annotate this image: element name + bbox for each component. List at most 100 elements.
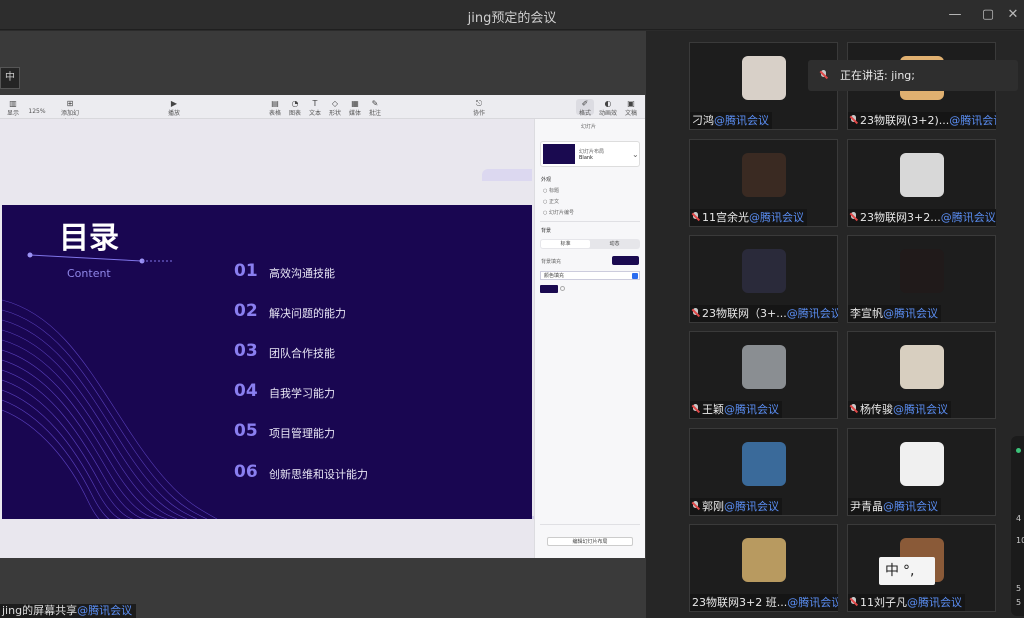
title-bar: jing预定的会议 — ▢ ✕ [0,0,1024,30]
layout-label: 幻灯片布局 [579,149,605,155]
mic-muted-icon [692,212,700,222]
mic-muted-icon [692,501,700,511]
toolbar-animate-button[interactable]: ◐动画效果 [598,99,618,126]
chevron-down-icon: ⌄ [632,150,639,159]
checkbox-title[interactable]: ○ 标题 [543,187,559,194]
color-chip[interactable] [540,285,558,293]
toolbar-shape-button[interactable]: ◇ 形状 [326,99,344,117]
participant-name: 23物联网3+2... [860,211,941,224]
toolbar-collaborate-button[interactable]: ⎋ 协作 [470,99,488,117]
participant-name: 尹青晶 [850,500,883,513]
slide[interactable]: 目录 Content 01 高效沟通技能 02 解决问题的能力 03 团队合作技能 0… [2,205,532,519]
panel-header: 幻灯片 [581,124,597,130]
toolbar-play-button[interactable]: ▶ 播放 [165,99,183,117]
participant-tag: @腾讯会议 [786,307,838,320]
participant-name-label: 23物联网(3+2)...@腾讯会议 [848,112,996,129]
shared-keynote-window: ▥显示 125% ⊞添加幻灯片 ▶播放 ▤表格 ◔图表 T文本 ◇形状 ▦媒体 … [0,95,645,558]
participant-tile[interactable]: 王颖@腾讯会议 [689,331,838,419]
toolbar-view-button[interactable]: ▥ 显示 [4,99,22,117]
mic-muted-icon [850,115,858,125]
participant-name: 23物联网（3+... [702,307,787,320]
edge-count: 5 [1016,598,1022,607]
participant-name: 李宣帆 [850,307,883,320]
color-wheel-icon[interactable] [560,286,565,291]
toolbar-zoom-button[interactable]: 125% [28,99,46,115]
slide-title[interactable]: 目录 [59,213,119,257]
avatar [742,442,786,486]
participant-tag: @腾讯会议 [883,500,938,513]
keynote-toolbar: ▥显示 125% ⊞添加幻灯片 ▶播放 ▤表格 ◔图表 T文本 ◇形状 ▦媒体 … [0,95,645,126]
slide-decoration [482,169,532,181]
status-dot-icon [1016,448,1021,453]
background-label: 背景 [541,228,552,234]
mic-muted-icon [820,70,828,80]
checkbox-slide-number[interactable]: ○ 幻灯片编号 [543,209,574,216]
participant-name: 郭刚 [702,500,724,513]
participant-name-label: 11刘子凡@腾讯会议 [848,594,965,611]
participant-name-label: 23物联网3+2 班...@腾讯会议 [690,594,838,611]
ime-indicator[interactable]: 中 °, [879,557,935,585]
fill-color-well[interactable] [612,256,639,265]
participant-tile[interactable]: 李宣帆@腾讯会议 [847,235,996,323]
layout-name: Blank [579,155,593,161]
participant-tile[interactable]: 23物联网（3+...@腾讯会议 [689,235,838,323]
background-segmented-control[interactable]: 标准 动态 [540,239,640,249]
participant-name-label: 郭刚@腾讯会议 [690,498,782,515]
participant-tag: @腾讯会议 [940,211,996,224]
edit-slide-layout-button[interactable]: 编辑幻灯片布局 [547,537,633,546]
window-title: jing预定的会议 [467,11,557,26]
participant-name-label: 23物联网3+2...@腾讯会议 [848,209,996,226]
fill-type-select[interactable]: 颜色填充 [540,271,640,280]
participant-name-label: 刁鸿@腾讯会议 [690,112,772,129]
avatar [900,345,944,389]
toolbar-add-slide-button[interactable]: ⊞添加幻灯片 [60,99,80,126]
edge-count: 5 [1016,584,1022,593]
divider [540,221,640,222]
participant-name: 杨传骏 [860,403,893,416]
participant-name: 王颖 [702,403,724,416]
minimize-button[interactable]: — [942,4,968,26]
participant-tile[interactable]: 郭刚@腾讯会议 [689,428,838,516]
avatar [742,56,786,100]
participant-tile[interactable]: 11宫余光@腾讯会议 [689,139,838,227]
avatar [900,442,944,486]
participant-tile[interactable]: 23物联网3+2...@腾讯会议 [847,139,996,227]
toolbar-chart-button[interactable]: ◔ 图表 [286,99,304,117]
fill-label: 背景填充 [541,259,562,265]
participant-tag: @腾讯会议 [749,211,804,224]
toolbar-text-button[interactable]: T 文本 [306,99,324,117]
participant-tag: @腾讯会议 [893,403,948,416]
participant-tile[interactable]: 尹青晶@腾讯会议 [847,428,996,516]
ime-punct-mode[interactable]: °, [903,557,914,585]
select-indicator-icon [632,273,638,279]
toolbar-format-button[interactable]: ✐ 格式 [576,99,594,117]
presenter-label: jing的屏幕共享@腾讯会议 [0,604,137,618]
toolbar-document-button[interactable]: ▣ 文稿 [622,99,640,117]
participant-tile[interactable]: 杨传骏@腾讯会议 [847,331,996,419]
side-floating-toolbar[interactable]: 4 10 5 5 [1011,436,1024,616]
maximize-button[interactable]: ▢ [975,4,1001,26]
format-inspector-panel: 幻灯片 幻灯片布局 Blank ⌄ 外观 ○ 标题 ○ 正文 ○ 幻灯片编号 背… [534,119,645,558]
share-toggle-button[interactable]: 中 [0,67,20,89]
participant-tile[interactable]: 23物联网3+2 班...@腾讯会议 [689,524,838,612]
participant-name-label: 王颖@腾讯会议 [690,401,782,418]
segment-dynamic[interactable]: 动态 [590,240,639,248]
toolbar-media-button[interactable]: ▦ 媒体 [346,99,364,117]
slide-subtitle[interactable]: Content [67,267,111,280]
avatar [742,153,786,197]
slide-canvas[interactable]: 目录 Content 01 高效沟通技能 02 解决问题的能力 03 团队合作技能 0… [0,119,534,558]
avatar [742,249,786,293]
participant-name-label: 尹青晶@腾讯会议 [848,498,941,515]
toolbar-table-button[interactable]: ▤ 表格 [266,99,284,117]
layout-thumbnail [543,144,575,164]
participant-tag: @腾讯会议 [949,114,996,127]
participant-name-label: 李宣帆@腾讯会议 [848,305,941,322]
layout-picker[interactable]: 幻灯片布局 Blank ⌄ [540,141,640,167]
segment-standard[interactable]: 标准 [541,240,590,248]
ime-language[interactable]: 中 [885,557,899,585]
checkbox-body[interactable]: ○ 正文 [543,198,559,205]
close-button[interactable]: ✕ [1000,4,1024,26]
participant-name-label: 23物联网（3+...@腾讯会议 [690,305,838,322]
participant-name: 11刘子凡 [860,596,907,609]
toolbar-comment-button[interactable]: ✎ 批注 [366,99,384,117]
